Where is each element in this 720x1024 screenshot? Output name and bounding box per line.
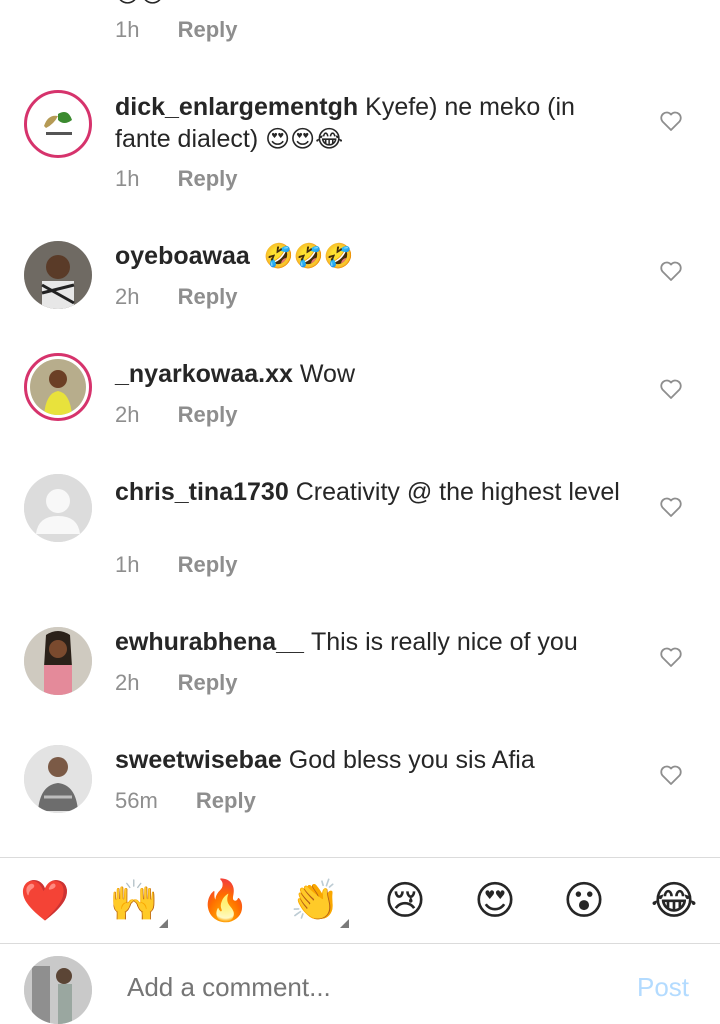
comment-username[interactable]: chris_tina1730 [115,478,289,506]
comment-time: 1h [115,552,140,577]
avatar[interactable] [24,241,92,309]
comment-body: Wow [299,360,356,388]
like-heart-icon[interactable] [659,763,683,787]
crying-face-icon[interactable]: 😢 [379,878,431,924]
reply-button[interactable]: Reply [178,402,238,427]
current-user-avatar [24,956,92,1024]
avatar-image [24,627,92,695]
avatar-image [30,359,86,415]
comment-time: 2h [115,402,140,427]
avatar-image [24,745,92,813]
comment-composer: Post [0,944,720,1024]
skin-tone-indicator [159,919,168,928]
comment-text: oyeboawaa 🤣🤣🤣 [115,240,635,272]
comment-meta: 1h Reply [115,17,238,43]
comment-username[interactable]: ewhurabhena__ [115,628,304,656]
like-heart-icon[interactable] [659,109,683,133]
comment-body: Creativity @ the highest level [295,478,620,506]
fire-icon[interactable]: 🔥 [199,878,251,924]
comment-meta: 2h Reply [115,402,238,428]
comment-emoji: 😍😍😂 [265,125,344,153]
comment-body: This is really nice of you [310,628,578,656]
comment-time: 1h [115,17,140,42]
like-heart-icon[interactable] [659,377,683,401]
tears-of-joy-icon[interactable]: 😂 [648,878,700,924]
comment-text: chris_tina1730 Creativity @ the highest l… [115,476,635,508]
reply-button[interactable]: Reply [178,284,238,309]
comment-text: _nyarkowaa.xx Wow [115,358,635,390]
comment-username[interactable]: _nyarkowaa.xx [115,360,293,388]
comment-time: 56m [115,788,158,813]
comment-emoji: 😍😍 [115,0,165,8]
comment-meta: 2h Reply [115,670,238,696]
comment-meta: 2h Reply [115,284,238,310]
comment-username[interactable]: oyeboawaa [115,242,250,270]
clapping-hands-icon[interactable]: 👏 [289,878,349,928]
comment-username[interactable]: dick_enlargementgh [115,93,358,121]
avatar-image [24,241,92,309]
avatar[interactable] [24,745,92,813]
raising-hands-icon[interactable]: 🙌 [108,878,168,928]
comment-time: 2h [115,284,140,309]
quick-reactions-bar: ❤️ 🙌 🔥 👏 😢 😍 😮 😂 [0,858,720,944]
like-heart-icon[interactable] [659,259,683,283]
reaction-glyph: 👏 [290,878,340,924]
reply-button[interactable]: Reply [178,670,238,695]
red-heart-icon[interactable]: ❤️ [19,878,71,924]
comment-text: 😍😍 [115,0,635,10]
avatar[interactable] [24,627,92,695]
avatar-image [24,956,92,1024]
reply-button[interactable]: Reply [178,552,238,577]
comment-meta: 1h Reply [115,552,238,578]
comment-text: sweetwisebae God bless you sis Afia [115,744,635,776]
reply-button[interactable]: Reply [178,17,238,42]
reply-button[interactable]: Reply [178,166,238,191]
comment-body: God bless you sis Afia [288,746,535,774]
comment-input[interactable] [127,972,587,1003]
comment-emoji: 🤣🤣🤣 [263,242,354,270]
surprised-face-icon[interactable]: 😮 [558,878,610,924]
avatar[interactable] [24,474,92,542]
comment-meta: 56m Reply [115,788,256,814]
comment-time: 1h [115,166,140,191]
avatar[interactable] [24,90,92,158]
default-avatar-icon [24,474,92,542]
reply-button[interactable]: Reply [196,788,256,813]
comment-text: ewhurabhena__ This is really nice of you [115,626,635,658]
avatar-image [30,96,86,152]
like-heart-icon[interactable] [659,495,683,519]
comment-text: dick_enlargementgh Kyefe) ne meko (in fan… [115,91,635,155]
avatar[interactable] [24,353,92,421]
heart-eyes-icon[interactable]: 😍 [469,878,521,924]
comment-username[interactable]: sweetwisebae [115,746,282,774]
like-heart-icon[interactable] [659,645,683,669]
post-button[interactable]: Post [637,972,689,1003]
skin-tone-indicator [340,919,349,928]
comment-meta: 1h Reply [115,166,238,192]
comment-time: 2h [115,670,140,695]
reaction-glyph: 🙌 [109,878,159,924]
